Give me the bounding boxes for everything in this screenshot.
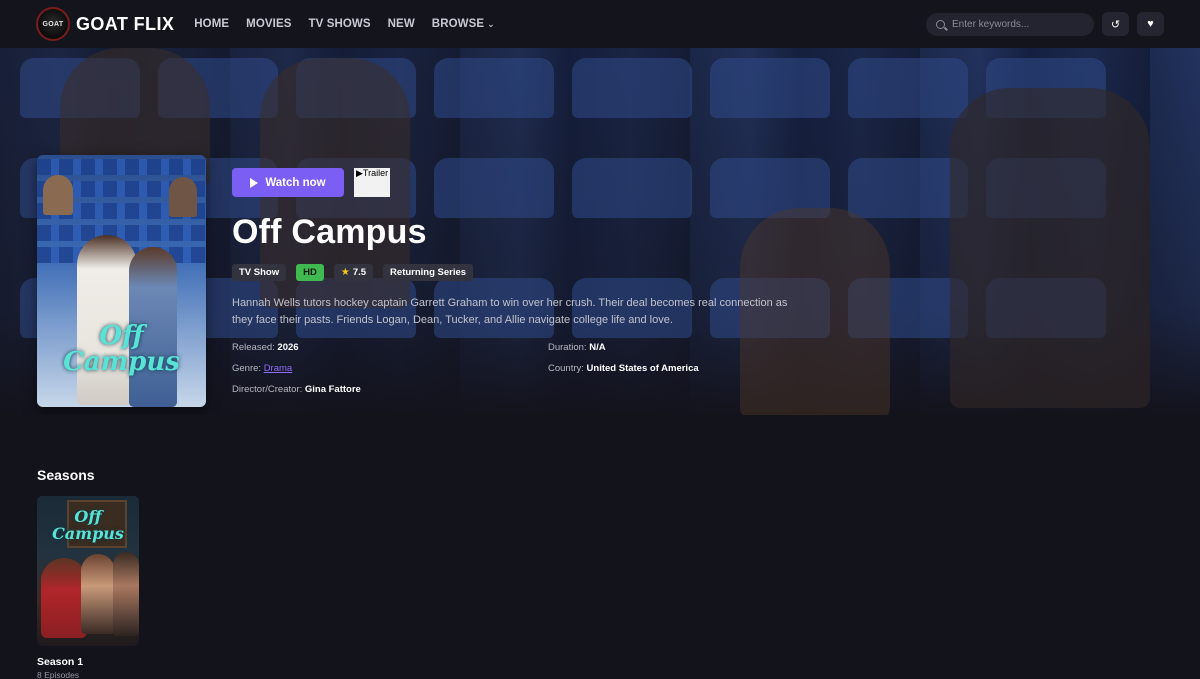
trailer-button[interactable]: ▶Trailer [354,168,390,197]
show-info: Watch now ▶Trailer Off Campus TV Show HD… [232,168,792,395]
favorites-button[interactable]: ♥ [1137,12,1164,36]
director-field: Director/Creator: Gina Fattore [232,384,548,395]
nav-browse[interactable]: BROWSE ⌄ [432,18,495,30]
nav-browse-label: BROWSE [431,18,485,30]
tag-list: TV Show HD ★ 7.5 Returning Series [232,264,792,281]
history-button[interactable]: ↺ [1102,12,1129,36]
top-navbar: GOAT GOAT FLIX HOME MOVIES TV SHOWS NEW … [0,0,1200,48]
logo-text: GOAT FLIX [76,13,175,34]
genre-field: Genre: Drama [232,363,548,374]
director-value: Gina Fattore [304,384,361,395]
status-badge: Returning Series [383,264,474,281]
quality-badge: HD [296,264,324,281]
released-value: 2026 [277,342,299,353]
country-label: Country: [548,363,584,374]
genre-link[interactable]: Drama [264,363,293,374]
action-buttons: Watch now ▶Trailer [232,168,792,197]
country-field: Country: United States of America [548,363,798,374]
season-card[interactable]: Off Campus Season 1 8 Episodes [37,496,139,679]
trailer-label: Trailer [362,168,389,178]
released-field: Released: 2026 [232,342,548,353]
released-label: Released: [232,342,275,353]
nav-right: ↺ ♥ [926,12,1164,36]
history-icon: ↺ [1110,18,1121,31]
duration-field: Duration: N/A [548,342,798,353]
search-box[interactable] [926,12,1094,36]
nav-tv-shows[interactable]: TV SHOWS [309,18,371,30]
duration-label: Duration: [548,342,587,353]
watch-now-button[interactable]: Watch now [232,168,344,197]
chevron-down-icon: ⌄ [487,19,495,29]
heart-icon: ♥ [1147,18,1154,30]
rating-value: 7.5 [352,267,367,278]
duration-value: N/A [589,342,606,353]
search-input[interactable] [952,18,1072,30]
nav-new[interactable]: NEW [388,18,415,30]
season-thumb-title: Off Campus [52,507,124,543]
nav-movies[interactable]: MOVIES [246,18,291,30]
play-icon [250,177,259,188]
genre-label: Genre: [232,363,262,374]
watch-now-label: Watch now [265,176,326,189]
nav-home[interactable]: HOME [194,18,229,30]
season-thumbnail: Off Campus [37,496,139,646]
country-value: United States of America [586,363,699,374]
show-title: Off Campus [232,213,427,251]
season-episode-count: 8 Episodes [37,670,80,679]
show-poster: Off Campus [37,155,206,407]
type-badge: TV Show [232,264,287,281]
season-title: Season 1 [37,656,84,668]
show-description: Hannah Wells tutors hockey captain Garre… [232,297,788,326]
hero-section: Off Campus Watch now ▶Trailer Off Campus… [0,48,1200,415]
show-meta: Released: 2026 Duration: N/A Genre: Dram… [232,342,792,395]
poster-title: Off Campus [63,321,180,377]
nav-links: HOME MOVIES TV SHOWS NEW BROWSE ⌄ [194,18,495,30]
search-icon [936,19,945,29]
logo[interactable]: GOAT GOAT FLIX [36,7,174,41]
director-label: Director/Creator: [232,384,303,395]
rating-badge: ★ 7.5 [333,264,374,281]
seasons-heading: Seasons [37,467,95,483]
logo-badge: GOAT [36,7,70,41]
star-icon: ★ [340,267,350,278]
